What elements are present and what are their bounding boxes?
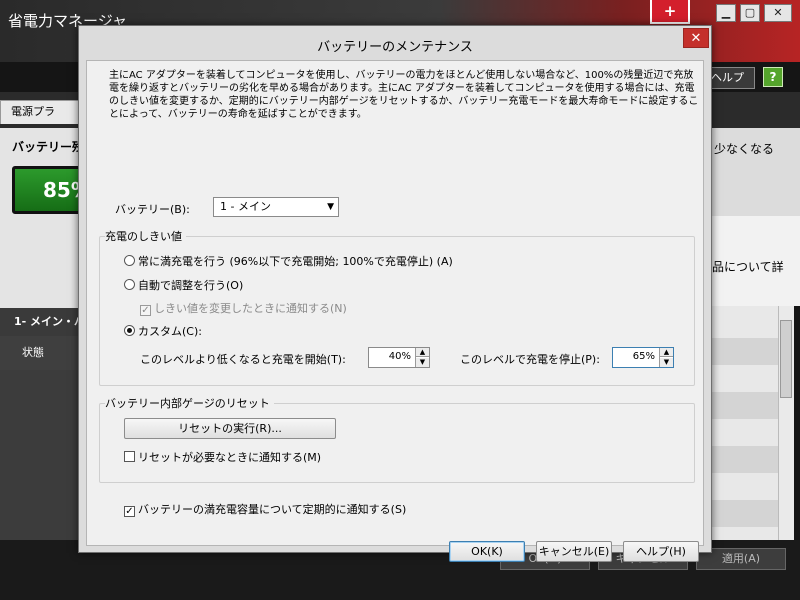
app-help-button[interactable]: ヘルプ(B) xyxy=(707,67,755,104)
periodic-notify-checkbox[interactable]: ✓ バッテリーの満充電容量について定期的に通知する(S) xyxy=(124,502,406,518)
battery-select-value: 1 - メイン xyxy=(220,200,271,213)
status-label: 状態 xyxy=(0,336,80,370)
spin-down-icon[interactable]: ▼ xyxy=(416,358,429,367)
list-item xyxy=(712,500,778,527)
dialog-close-button[interactable]: ✕ xyxy=(683,28,709,48)
battery-panel-title: バッテリー残 xyxy=(12,140,85,154)
list-item xyxy=(712,446,778,473)
radio-full-charge[interactable]: 常に満充電を行う (96%以下で充電開始; 100%で充電停止) (A) xyxy=(124,254,453,270)
radio-full-charge-label: 常に満充電を行う (96%以下で充電開始; 100%で充電停止) (A) xyxy=(138,255,453,268)
battery-status-panel xyxy=(0,128,80,308)
list-item xyxy=(712,338,778,365)
battery-percent-indicator: 85% xyxy=(12,166,91,214)
battery-list-row[interactable]: 1- メイン・バ xyxy=(0,308,80,336)
checkbox-checked[interactable]: ✓ xyxy=(140,305,151,316)
gauge-reset-groupbox xyxy=(99,403,695,483)
charge-start-label: このレベルより低くなると充電を開始(T): xyxy=(140,353,346,366)
scrollbar-thumb[interactable] xyxy=(780,320,792,398)
radio-custom[interactable]: カスタム(C): xyxy=(124,324,202,340)
checkbox-unchecked[interactable] xyxy=(124,451,135,462)
right-detail-link[interactable]: 品について詳 xyxy=(712,258,784,275)
spin-down-icon[interactable]: ▼ xyxy=(660,358,673,367)
battery-logo-icon: + xyxy=(650,0,690,24)
help-question-icon[interactable]: ? xyxy=(763,67,783,87)
chevron-down-icon: ▼ xyxy=(327,202,334,212)
reset-execute-button[interactable]: リセットの実行(R)... xyxy=(124,418,336,439)
radio-custom-label: カスタム(C): xyxy=(138,325,202,338)
maximize-button[interactable]: ▢ xyxy=(740,4,760,22)
spinner-buttons: ▲ ▼ xyxy=(415,348,429,367)
radio-button[interactable] xyxy=(124,255,135,266)
list-item xyxy=(712,392,778,419)
notify-threshold-change-label: しきい値を変更したときに通知する(N) xyxy=(154,302,347,315)
help-button[interactable]: ヘルプ(H) xyxy=(623,541,699,562)
charge-stop-label: このレベルで充電を停止(P): xyxy=(460,353,600,366)
radio-button-selected[interactable] xyxy=(124,325,135,336)
notify-threshold-change-checkbox[interactable]: ✓ しきい値を変更したときに通知する(N) xyxy=(140,301,347,317)
spinner-buttons: ▲ ▼ xyxy=(659,348,673,367)
gauge-reset-group-title: バッテリー内部ゲージのリセット xyxy=(105,395,274,411)
charge-stop-spinner[interactable]: 65% ▲ ▼ xyxy=(612,347,674,368)
charge-start-value: 40% xyxy=(388,351,411,362)
battery-select-label: バッテリー(B): xyxy=(115,203,190,216)
radio-auto-adjust[interactable]: 自動で調整を行う(O) xyxy=(124,278,243,294)
radio-auto-adjust-label: 自動で調整を行う(O) xyxy=(138,279,244,292)
radio-button[interactable] xyxy=(124,279,135,290)
periodic-notify-label: バッテリーの満充電容量について定期的に通知する(S) xyxy=(138,503,407,516)
dialog-title: バッテリーのメンテナンス xyxy=(317,40,473,55)
notify-reset-needed-checkbox[interactable]: リセットが必要なときに通知する(M) xyxy=(124,450,321,466)
spin-up-icon[interactable]: ▲ xyxy=(660,348,673,357)
dialog-client-area: 主にAC アダプターを装着してコンピュータを使用し、バッテリーの電力をほとんど使… xyxy=(86,60,704,562)
left-lower-panel xyxy=(0,370,80,540)
charge-stop-value: 65% xyxy=(632,351,655,362)
close-window-button[interactable]: ✕ xyxy=(764,4,792,22)
charge-start-spinner[interactable]: 40% ▲ ▼ xyxy=(368,347,430,368)
ok-button[interactable]: OK(K) xyxy=(449,541,525,562)
cancel-button[interactable]: キャンセル(E) xyxy=(536,541,612,562)
battery-select[interactable]: 1 - メイン ▼ xyxy=(213,197,339,217)
spin-up-icon[interactable]: ▲ xyxy=(416,348,429,357)
battery-maintenance-dialog: バッテリーのメンテナンス ✕ 主にAC アダプターを装着してコンピュータを使用し… xyxy=(78,25,712,562)
right-info-text: 少なくなる xyxy=(714,142,775,156)
minimize-button[interactable]: ▁ xyxy=(716,4,736,22)
tab-power-plan[interactable]: 電源プラ xyxy=(0,100,80,124)
checkbox-checked[interactable]: ✓ xyxy=(124,506,135,517)
description-text: 主にAC アダプターを装着してコンピュータを使用し、バッテリーの電力をほとんど使… xyxy=(109,70,699,120)
notify-reset-needed-label: リセットが必要なときに通知する(M) xyxy=(138,451,322,464)
threshold-group-title: 充電のしきい値 xyxy=(105,228,186,244)
